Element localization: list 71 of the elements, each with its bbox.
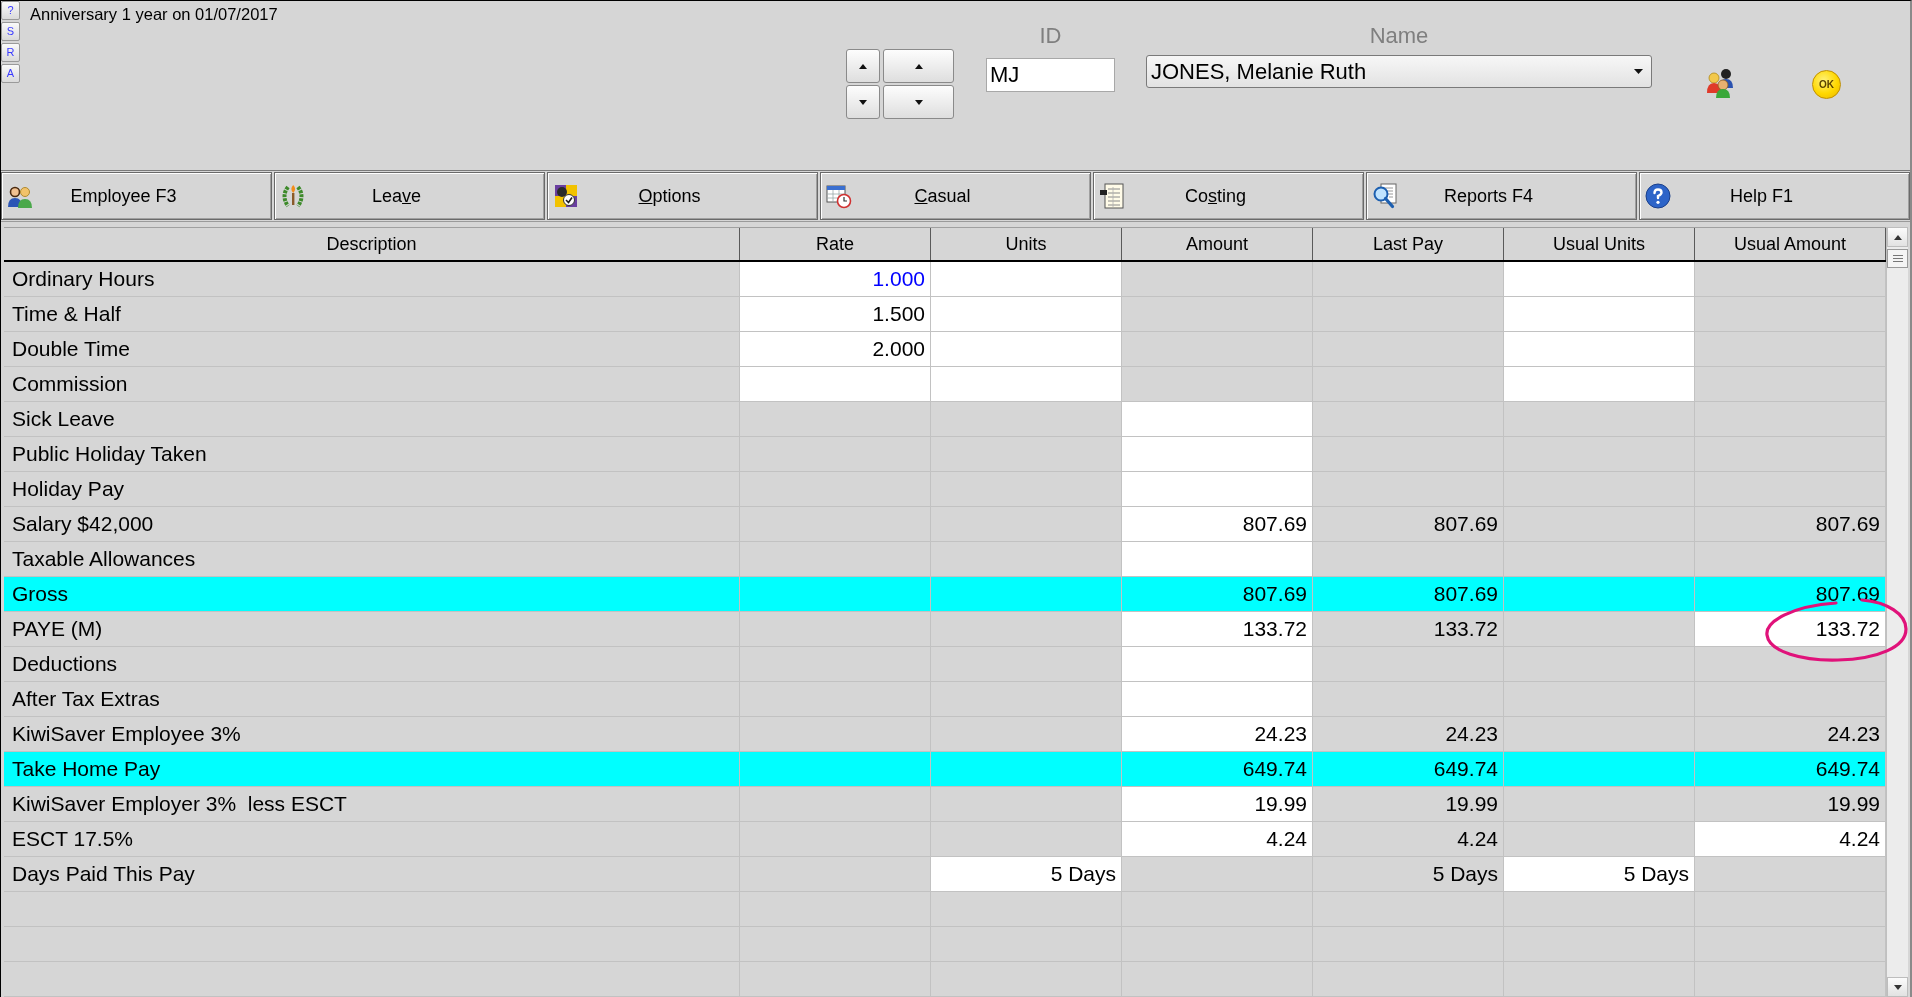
column-header: Last Pay xyxy=(1313,228,1504,260)
input-field[interactable] xyxy=(1504,297,1695,332)
input-field[interactable]: 133.72 xyxy=(1122,612,1313,647)
input-field[interactable]: 1.000 xyxy=(740,262,931,297)
id-field[interactable]: MJ xyxy=(986,58,1115,92)
scroll-thumb[interactable] xyxy=(1887,249,1908,268)
input-field[interactable] xyxy=(931,367,1122,402)
input-field[interactable] xyxy=(1122,647,1313,682)
input-field[interactable] xyxy=(1122,542,1313,577)
input-field[interactable] xyxy=(1504,262,1695,297)
up-button[interactable] xyxy=(883,49,954,83)
side-button[interactable]: R xyxy=(1,43,20,62)
wreath-icon xyxy=(280,183,306,209)
input-field[interactable] xyxy=(1504,332,1695,367)
input-field[interactable] xyxy=(1122,437,1313,472)
input-field[interactable]: 5 Days xyxy=(1504,857,1695,892)
input-field[interactable]: 1.500 xyxy=(740,297,931,332)
input-field[interactable]: 4.24 xyxy=(1122,822,1313,857)
side-button[interactable]: S xyxy=(1,22,20,41)
input-field[interactable] xyxy=(931,297,1122,332)
input-field[interactable]: 2.000 xyxy=(740,332,931,367)
down-arrow-icon xyxy=(914,99,923,105)
toolbar-button[interactable]: Casual xyxy=(820,172,1091,220)
name-dropdown[interactable]: JONES, Melanie Ruth xyxy=(1146,55,1652,88)
magnifier-icon xyxy=(1372,183,1398,209)
toolbar-button[interactable]: Help F1 xyxy=(1639,172,1910,220)
people-group-icon[interactable] xyxy=(1707,68,1735,98)
ok-button[interactable]: OK xyxy=(1812,70,1841,99)
input-field[interactable]: 807.69 xyxy=(1122,507,1313,542)
toolbar-button[interactable]: Reports F4 xyxy=(1366,172,1637,220)
input-field[interactable]: 24.23 xyxy=(1122,717,1313,752)
up-arrow-icon xyxy=(914,63,923,69)
up-arrow-icon xyxy=(1893,234,1902,240)
up-arrow-icon xyxy=(859,63,867,69)
column-header: Units xyxy=(931,228,1122,260)
column-header: Amount xyxy=(1122,228,1313,260)
name-label: Name xyxy=(1369,23,1429,49)
column-header: Rate xyxy=(740,228,931,260)
input-field[interactable] xyxy=(1122,402,1313,437)
input-field[interactable] xyxy=(740,367,931,402)
scrollbar[interactable] xyxy=(1886,227,1908,997)
input-field[interactable]: 19.99 xyxy=(1122,787,1313,822)
id-label: ID xyxy=(1039,23,1062,49)
document-icon xyxy=(1099,183,1125,209)
scroll-up-button[interactable] xyxy=(1887,227,1908,247)
toolbar-button[interactable]: Leave xyxy=(274,172,545,220)
toolbar-button[interactable]: Options xyxy=(547,172,818,220)
input-field[interactable]: 4.24 xyxy=(1695,822,1886,857)
side-button[interactable]: ? xyxy=(1,1,20,20)
input-field[interactable] xyxy=(1122,682,1313,717)
scroll-down-button[interactable] xyxy=(1887,977,1908,997)
calendar-clock-icon xyxy=(826,183,852,209)
input-field[interactable]: 5 Days xyxy=(931,857,1122,892)
toolbar-button[interactable]: Costing xyxy=(1093,172,1364,220)
side-button[interactable]: A xyxy=(1,64,20,83)
caret-icon xyxy=(1634,69,1643,74)
input-field[interactable] xyxy=(1122,472,1313,507)
column-header: Description xyxy=(4,228,740,260)
column-header: Usual Units xyxy=(1504,228,1695,260)
up-button[interactable] xyxy=(846,49,880,83)
anniversary-notice: Anniversary 1 year on 01/07/2017 xyxy=(30,5,278,23)
down-button[interactable] xyxy=(883,85,954,119)
down-arrow-icon xyxy=(859,99,867,105)
toolbar-button[interactable]: Employee F3 xyxy=(1,172,272,220)
down-arrow-icon xyxy=(1893,984,1902,990)
help-icon xyxy=(1645,183,1671,209)
input-field[interactable] xyxy=(931,262,1122,297)
checkmark-icon xyxy=(553,183,579,209)
down-button[interactable] xyxy=(846,85,880,119)
input-field[interactable] xyxy=(931,332,1122,367)
input-field[interactable] xyxy=(1504,367,1695,402)
